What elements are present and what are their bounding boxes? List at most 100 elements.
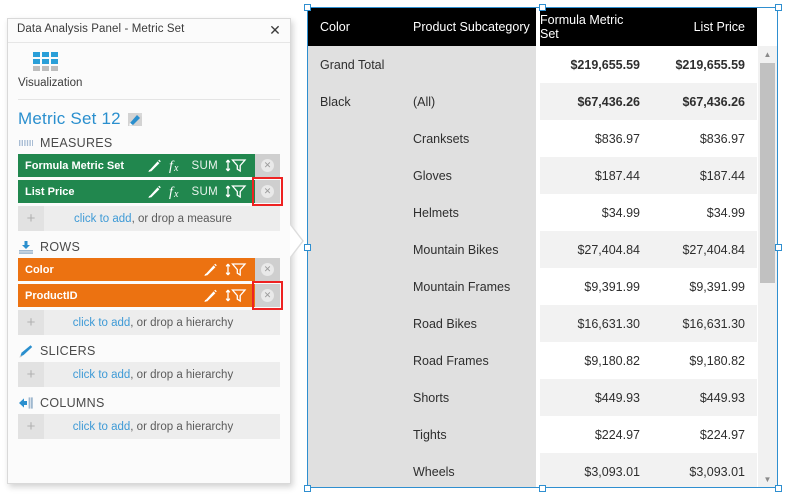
pencil-icon[interactable] bbox=[203, 288, 218, 303]
pencil-icon[interactable] bbox=[147, 184, 162, 199]
metric-set-title-row: Metric Set 12 bbox=[18, 109, 280, 129]
add-column-row[interactable]: + click to add, or drop a hierarchy bbox=[18, 414, 280, 439]
remove-measure-button[interactable]: ✕ bbox=[255, 180, 280, 203]
selection-handle-middle-left[interactable] bbox=[304, 244, 311, 251]
add-row-hierarchy-row[interactable]: + click to add, or drop a hierarchy bbox=[18, 310, 280, 335]
selection-handle-top-center[interactable] bbox=[539, 4, 546, 11]
close-circle-icon: ✕ bbox=[261, 185, 274, 198]
rows-icon bbox=[19, 241, 33, 254]
panel-collapse-chevron-icon[interactable] bbox=[290, 224, 304, 258]
add-slicer-link[interactable]: click to add bbox=[73, 369, 131, 381]
measure-chip-list-price[interactable]: List Price f x SUM ✕ bbox=[18, 177, 283, 206]
selection-handle-bottom-center[interactable] bbox=[539, 485, 546, 492]
divider bbox=[18, 99, 280, 100]
remove-row-button[interactable]: ✕ bbox=[255, 284, 280, 307]
sort-filter-icon[interactable] bbox=[225, 262, 247, 277]
column-header-product-subcategory[interactable]: Product Subcategory bbox=[401, 8, 536, 46]
visualization-block[interactable]: Visualization bbox=[18, 43, 280, 93]
cell-formula-metric-set: $449.93 bbox=[540, 379, 652, 416]
table-row[interactable]: Shorts $449.93 $449.93 bbox=[308, 379, 777, 416]
grid-visualization-icon[interactable] bbox=[33, 52, 59, 72]
pencil-icon[interactable] bbox=[203, 262, 218, 277]
add-column-link[interactable]: click to add bbox=[73, 421, 131, 433]
add-column-hint: click to add, or drop a hierarchy bbox=[44, 421, 280, 433]
table-row[interactable]: Helmets $34.99 $34.99 bbox=[308, 194, 777, 231]
close-icon[interactable]: ✕ bbox=[266, 21, 284, 39]
column-header-formula-metric-set[interactable]: Formula Metric Set bbox=[540, 8, 652, 46]
cell-list-price: $16,631.30 bbox=[652, 305, 757, 342]
add-measure-row[interactable]: + click to add, or drop a measure bbox=[18, 206, 280, 231]
add-slicer-row[interactable]: + click to add, or drop a hierarchy bbox=[18, 362, 280, 387]
vertical-scrollbar[interactable]: ▲ ▼ bbox=[758, 46, 777, 487]
remove-row-button[interactable]: ✕ bbox=[255, 258, 280, 281]
remove-measure-button[interactable]: ✕ bbox=[255, 154, 280, 177]
cell-list-price: $9,180.82 bbox=[652, 342, 757, 379]
table-row[interactable]: Cranksets $836.97 $836.97 bbox=[308, 120, 777, 157]
visualization-label: Visualization bbox=[18, 77, 83, 89]
table-row[interactable]: Road Frames $9,180.82 $9,180.82 bbox=[308, 342, 777, 379]
table-row[interactable]: Road Bikes $16,631.30 $16,631.30 bbox=[308, 305, 777, 342]
pivot-table[interactable]: Color Product Subcategory Formula Metric… bbox=[307, 7, 778, 488]
cell-subcategory: Mountain Frames bbox=[401, 268, 536, 305]
cell-formula-metric-set: $27,404.84 bbox=[540, 231, 652, 268]
aggregate-label[interactable]: SUM bbox=[192, 186, 218, 198]
sort-filter-icon[interactable] bbox=[225, 158, 247, 173]
add-slicer-rest: , or drop a hierarchy bbox=[130, 368, 234, 381]
section-header-measures: MEASURES bbox=[18, 136, 280, 150]
cell-color bbox=[308, 120, 401, 157]
aggregate-label[interactable]: SUM bbox=[192, 160, 218, 172]
add-row-link[interactable]: click to add bbox=[73, 317, 131, 329]
column-header-color[interactable]: Color bbox=[308, 8, 401, 46]
close-circle-icon: ✕ bbox=[261, 263, 274, 276]
plus-icon[interactable]: + bbox=[18, 362, 44, 387]
table-row[interactable]: Wheels $3,093.01 $3,093.01 bbox=[308, 453, 777, 487]
selection-handle-bottom-left[interactable] bbox=[304, 485, 311, 492]
pencil-icon[interactable] bbox=[147, 158, 162, 173]
cell-color bbox=[308, 268, 401, 305]
formula-icon[interactable]: f x bbox=[169, 158, 185, 173]
panel-body: Visualization Metric Set 12 MEASURES For… bbox=[8, 43, 290, 439]
scroll-up-arrow-icon[interactable]: ▲ bbox=[758, 46, 777, 63]
row-chip-productid[interactable]: ProductID ✕ bbox=[18, 281, 283, 310]
metric-set-name: Metric Set 12 bbox=[18, 109, 121, 128]
selection-handle-top-left[interactable] bbox=[304, 4, 311, 11]
table-row[interactable]: Grand Total $219,655.59 $219,655.59 bbox=[308, 46, 777, 83]
cell-formula-metric-set: $187.44 bbox=[540, 157, 652, 194]
selection-handle-top-right[interactable] bbox=[775, 4, 782, 11]
table-row[interactable]: Mountain Bikes $27,404.84 $27,404.84 bbox=[308, 231, 777, 268]
selection-handle-bottom-right[interactable] bbox=[775, 485, 782, 492]
add-row-rest: , or drop a hierarchy bbox=[130, 316, 234, 329]
cell-color bbox=[308, 231, 401, 268]
cell-subcategory: Road Bikes bbox=[401, 305, 536, 342]
svg-text:x: x bbox=[173, 189, 179, 199]
selection-handle-middle-right[interactable] bbox=[775, 244, 782, 251]
table-row[interactable]: Black (All) $67,436.26 $67,436.26 bbox=[308, 83, 777, 120]
cell-subcategory: Cranksets bbox=[401, 120, 536, 157]
table-row[interactable]: Tights $224.97 $224.97 bbox=[308, 416, 777, 453]
table-row[interactable]: Mountain Frames $9,391.99 $9,391.99 bbox=[308, 268, 777, 305]
measure-chip-formula-metric-set[interactable]: Formula Metric Set f x SUM ✕ bbox=[18, 154, 280, 177]
edit-pencil-icon[interactable] bbox=[127, 112, 143, 127]
cell-color bbox=[308, 194, 401, 231]
sort-filter-icon[interactable] bbox=[225, 288, 247, 303]
cell-list-price: $9,391.99 bbox=[652, 268, 757, 305]
cell-list-price: $67,436.26 bbox=[652, 83, 757, 120]
cell-formula-metric-set: $3,093.01 bbox=[540, 453, 652, 487]
row-chip-tools bbox=[203, 288, 255, 303]
add-measure-link[interactable]: click to add bbox=[74, 213, 132, 225]
section-label: SLICERS bbox=[40, 344, 96, 358]
plus-icon[interactable]: + bbox=[18, 310, 44, 335]
formula-icon[interactable]: f x bbox=[169, 184, 185, 199]
plus-icon[interactable]: + bbox=[18, 414, 44, 439]
plus-icon[interactable]: + bbox=[18, 206, 44, 231]
section-label: COLUMNS bbox=[40, 396, 105, 410]
cell-subcategory: Wheels bbox=[401, 453, 536, 487]
cell-subcategory: (All) bbox=[401, 83, 536, 120]
cell-formula-metric-set: $34.99 bbox=[540, 194, 652, 231]
sort-filter-icon[interactable] bbox=[225, 184, 247, 199]
panel-title: Data Analysis Panel - Metric Set bbox=[17, 23, 185, 35]
column-header-list-price[interactable]: List Price bbox=[652, 8, 757, 46]
row-chip-color[interactable]: Color ✕ bbox=[18, 258, 280, 281]
scrollbar-thumb[interactable] bbox=[760, 63, 775, 283]
table-row[interactable]: Gloves $187.44 $187.44 bbox=[308, 157, 777, 194]
